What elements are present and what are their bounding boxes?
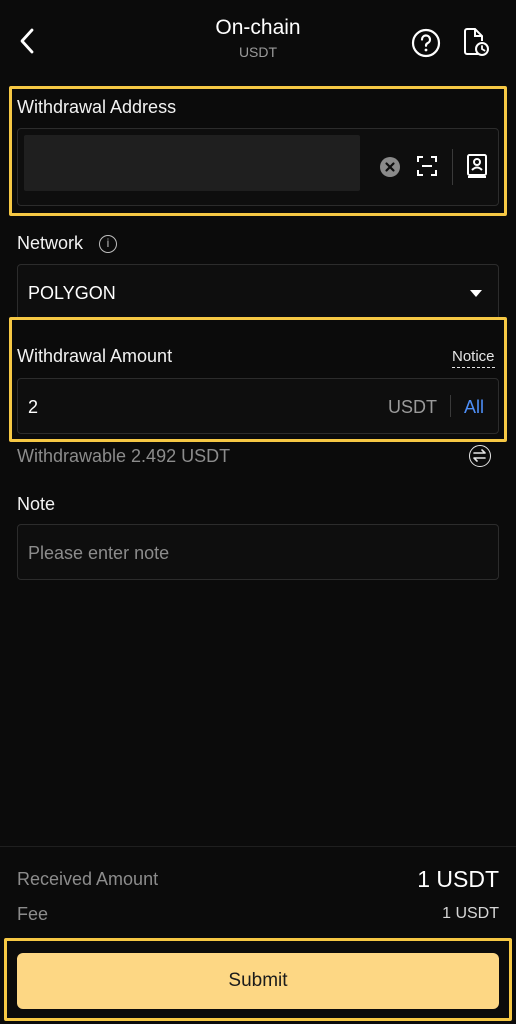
received-label: Received Amount bbox=[17, 869, 159, 889]
question-circle-icon bbox=[411, 28, 441, 58]
amount-divider bbox=[450, 395, 451, 417]
scan-icon bbox=[417, 156, 437, 176]
address-label: Withdrawal Address bbox=[17, 97, 177, 117]
address-book-icon bbox=[467, 154, 487, 178]
info-icon[interactable]: i bbox=[99, 235, 117, 253]
field-divider bbox=[452, 149, 453, 185]
history-button[interactable] bbox=[462, 26, 490, 58]
note-field[interactable]: Please enter note bbox=[17, 524, 499, 580]
received-value: 1 USDT bbox=[417, 866, 499, 892]
swap-button[interactable] bbox=[469, 445, 491, 467]
withdrawable-text: Withdrawable 2.492 USDT bbox=[17, 446, 231, 466]
network-label: Network bbox=[17, 233, 84, 253]
document-clock-icon bbox=[464, 28, 489, 56]
network-select[interactable]: POLYGON bbox=[17, 264, 499, 320]
amount-unit: USDT bbox=[388, 397, 437, 417]
footer-divider bbox=[0, 846, 516, 847]
clear-icon bbox=[385, 162, 395, 172]
note-placeholder[interactable]: Please enter note bbox=[28, 543, 169, 564]
swap-icon bbox=[473, 449, 486, 462]
submit-button[interactable]: Submit bbox=[17, 953, 499, 1009]
network-value: POLYGON bbox=[28, 283, 116, 303]
help-button[interactable] bbox=[410, 27, 442, 59]
fee-value: 1 USDT bbox=[442, 905, 499, 922]
clear-button[interactable] bbox=[380, 157, 400, 177]
note-label: Note bbox=[17, 494, 56, 514]
header: On-chain USDT bbox=[0, 0, 516, 84]
all-button[interactable]: All bbox=[464, 397, 484, 418]
scan-button[interactable] bbox=[416, 155, 438, 177]
address-book-button[interactable] bbox=[466, 153, 488, 179]
notice-link[interactable]: Notice bbox=[452, 348, 495, 368]
amount-input[interactable]: 2 bbox=[28, 397, 38, 418]
caret-down-icon bbox=[470, 290, 482, 297]
address-input[interactable] bbox=[24, 135, 360, 191]
amount-label: Withdrawal Amount bbox=[17, 346, 173, 366]
fee-label: Fee bbox=[17, 904, 49, 924]
address-field[interactable] bbox=[17, 128, 499, 206]
amount-field[interactable]: 2 USDT All bbox=[17, 378, 499, 434]
